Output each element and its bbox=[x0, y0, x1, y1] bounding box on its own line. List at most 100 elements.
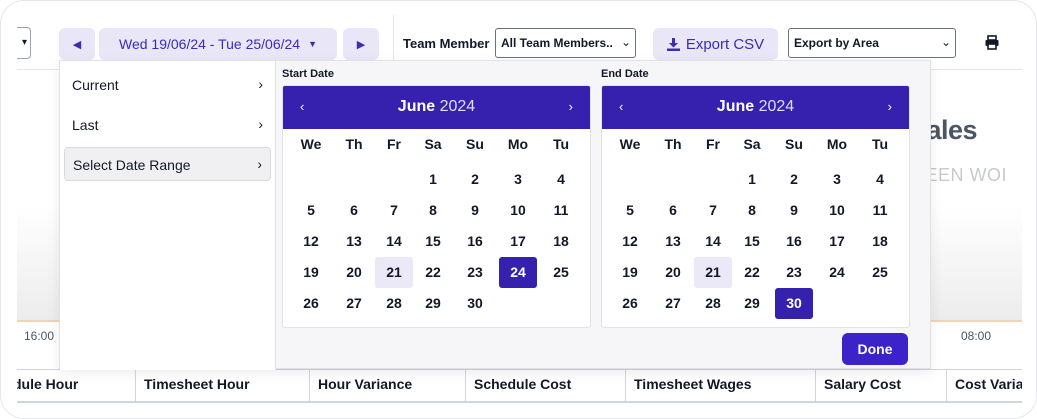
calendar-day[interactable]: 4 bbox=[542, 164, 580, 195]
calendar-day[interactable]: 15 bbox=[414, 226, 452, 257]
calendar-day[interactable]: 19 bbox=[292, 257, 330, 288]
calendar-day[interactable]: 25 bbox=[861, 257, 899, 288]
calendar-day[interactable]: 16 bbox=[775, 226, 813, 257]
calendar-day[interactable]: 29 bbox=[733, 288, 771, 319]
calendar-day[interactable]: 29 bbox=[414, 288, 452, 319]
calendar-day[interactable]: 9 bbox=[775, 195, 813, 226]
column-header-schedule-cost[interactable]: Schedule Cost bbox=[466, 370, 626, 402]
calendar-day[interactable]: 17 bbox=[499, 226, 537, 257]
date-range-button[interactable]: Wed 19/06/24 - Tue 25/06/24 ▼ bbox=[99, 28, 337, 60]
calendar-day[interactable]: 28 bbox=[375, 288, 413, 319]
calendar-day[interactable]: 5 bbox=[611, 195, 649, 226]
calendar-day[interactable]: 26 bbox=[292, 288, 330, 319]
calendar-day[interactable]: 2 bbox=[456, 164, 494, 195]
calendar-day[interactable]: 19 bbox=[611, 257, 649, 288]
calendar-day[interactable]: 30 bbox=[775, 288, 813, 319]
previous-range-button[interactable]: ◀ bbox=[59, 28, 95, 60]
calendar-day[interactable]: 27 bbox=[335, 288, 373, 319]
calendar-day[interactable]: 21 bbox=[375, 257, 413, 288]
column-header-timesheet-wages[interactable]: Timesheet Wages bbox=[626, 370, 816, 402]
weekday-label: Fr bbox=[706, 136, 720, 152]
chevron-down-icon: ⌄ bbox=[940, 35, 951, 49]
column-header-salary-cost[interactable]: Salary Cost bbox=[816, 370, 947, 402]
calendar-day[interactable]: 7 bbox=[694, 195, 732, 226]
calendar-day[interactable]: 26 bbox=[611, 288, 649, 319]
column-header-hour-variance[interactable]: Hour Variance bbox=[310, 370, 466, 402]
calendar-day[interactable]: 8 bbox=[733, 195, 771, 226]
calendar-day[interactable]: 21 bbox=[694, 257, 732, 288]
column-header-timesheet-hour[interactable]: Timesheet Hour bbox=[136, 370, 310, 402]
caret-down-icon: ▼ bbox=[308, 39, 318, 49]
export-csv-button[interactable]: Export CSV bbox=[653, 28, 778, 60]
start-date-calendar: ‹ June 2024 › We Th Fr Sa Su Mo Tu 1 2 3 4 5 6 7 8 9 10 1… bbox=[282, 85, 591, 328]
calendar-day[interactable]: 4 bbox=[861, 164, 899, 195]
calendar-day[interactable]: 10 bbox=[499, 195, 537, 226]
calendar-day[interactable]: 8 bbox=[414, 195, 452, 226]
app-frame: Sales S BEEN WOI 16:00 n 08:00 dule Hour… bbox=[0, 0, 1037, 419]
weekday-label: Th bbox=[345, 136, 363, 152]
calendar-day[interactable]: 30 bbox=[456, 288, 494, 319]
calendar-day[interactable]: 16 bbox=[456, 226, 494, 257]
calendar-day[interactable]: 1 bbox=[414, 164, 452, 195]
calendar-day[interactable]: 7 bbox=[375, 195, 413, 226]
next-range-button[interactable]: ▶ bbox=[343, 28, 379, 60]
calendar-day[interactable]: 9 bbox=[456, 195, 494, 226]
export-by-select[interactable]: Export by Area ⌄ bbox=[788, 28, 956, 58]
calendar-day[interactable]: 22 bbox=[733, 257, 771, 288]
calendar-day[interactable]: 24 bbox=[818, 257, 856, 288]
team-member-select[interactable]: All Team Members.. ⌄ bbox=[495, 28, 636, 58]
chevron-right-icon: › bbox=[258, 116, 263, 132]
preset-last[interactable]: Last › bbox=[64, 108, 271, 142]
calendar-day[interactable]: 10 bbox=[818, 195, 856, 226]
calendar-day[interactable]: 23 bbox=[775, 257, 813, 288]
calendar-day[interactable]: 6 bbox=[335, 195, 373, 226]
preset-current[interactable]: Current › bbox=[64, 68, 271, 102]
calendar-day[interactable]: 23 bbox=[456, 257, 494, 288]
weekday-label: Sa bbox=[424, 136, 442, 152]
calendar-day[interactable]: 3 bbox=[499, 164, 537, 195]
calendar-day[interactable]: 24 bbox=[499, 257, 537, 288]
date-range-label: Wed 19/06/24 - Tue 25/06/24 bbox=[118, 36, 301, 52]
calendar-day[interactable]: 18 bbox=[861, 226, 899, 257]
chevron-right-icon[interactable]: › bbox=[888, 99, 892, 114]
done-button[interactable]: Done bbox=[842, 333, 908, 365]
column-header-cost-variance[interactable]: Cost Varia bbox=[947, 370, 1022, 402]
calendar-day[interactable]: 28 bbox=[694, 288, 732, 319]
calendar-day[interactable]: 22 bbox=[414, 257, 452, 288]
calendar-year: 2024 bbox=[439, 98, 476, 115]
calendar-day[interactable]: 14 bbox=[694, 226, 732, 257]
weekday-label: We bbox=[300, 136, 322, 152]
calendar-day[interactable]: 17 bbox=[818, 226, 856, 257]
weekday-label: Th bbox=[664, 136, 682, 152]
calendar-day[interactable]: 12 bbox=[292, 226, 330, 257]
calendar-day[interactable]: 3 bbox=[818, 164, 856, 195]
printer-icon[interactable] bbox=[983, 34, 1001, 52]
calendar-day[interactable]: 11 bbox=[542, 195, 580, 226]
export-by-value: Export by Area bbox=[794, 36, 879, 50]
calendar-day[interactable]: 14 bbox=[375, 226, 413, 257]
calendar-day[interactable]: 13 bbox=[335, 226, 373, 257]
calendar-day[interactable]: 1 bbox=[733, 164, 771, 195]
calendar-day[interactable]: 11 bbox=[861, 195, 899, 226]
calendar-day[interactable]: 13 bbox=[654, 226, 692, 257]
weekday-label: Tu bbox=[552, 136, 570, 152]
calendar-year: 2024 bbox=[758, 98, 795, 115]
calendar-day[interactable]: 20 bbox=[654, 257, 692, 288]
chevron-right-icon[interactable]: › bbox=[569, 99, 573, 114]
calendar-day[interactable]: 27 bbox=[654, 288, 692, 319]
preset-select-date-range[interactable]: Select Date Range › bbox=[64, 147, 271, 181]
calendar-day[interactable]: 20 bbox=[335, 257, 373, 288]
view-select[interactable]: ▾ bbox=[17, 27, 31, 59]
calendar-day[interactable]: 5 bbox=[292, 195, 330, 226]
weekday-label: We bbox=[619, 136, 641, 152]
calendar-month-title: June 2024 bbox=[602, 98, 909, 116]
calendar-day[interactable]: 12 bbox=[611, 226, 649, 257]
calendar-day[interactable]: 6 bbox=[654, 195, 692, 226]
calendar-day[interactable]: 15 bbox=[733, 226, 771, 257]
column-header-schedule-hour[interactable]: dule Hour bbox=[17, 370, 136, 402]
weekday-label: Fr bbox=[387, 136, 401, 152]
calendar-day[interactable]: 25 bbox=[542, 257, 580, 288]
export-csv-label: Export CSV bbox=[685, 35, 765, 53]
calendar-day[interactable]: 18 bbox=[542, 226, 580, 257]
calendar-day[interactable]: 2 bbox=[775, 164, 813, 195]
